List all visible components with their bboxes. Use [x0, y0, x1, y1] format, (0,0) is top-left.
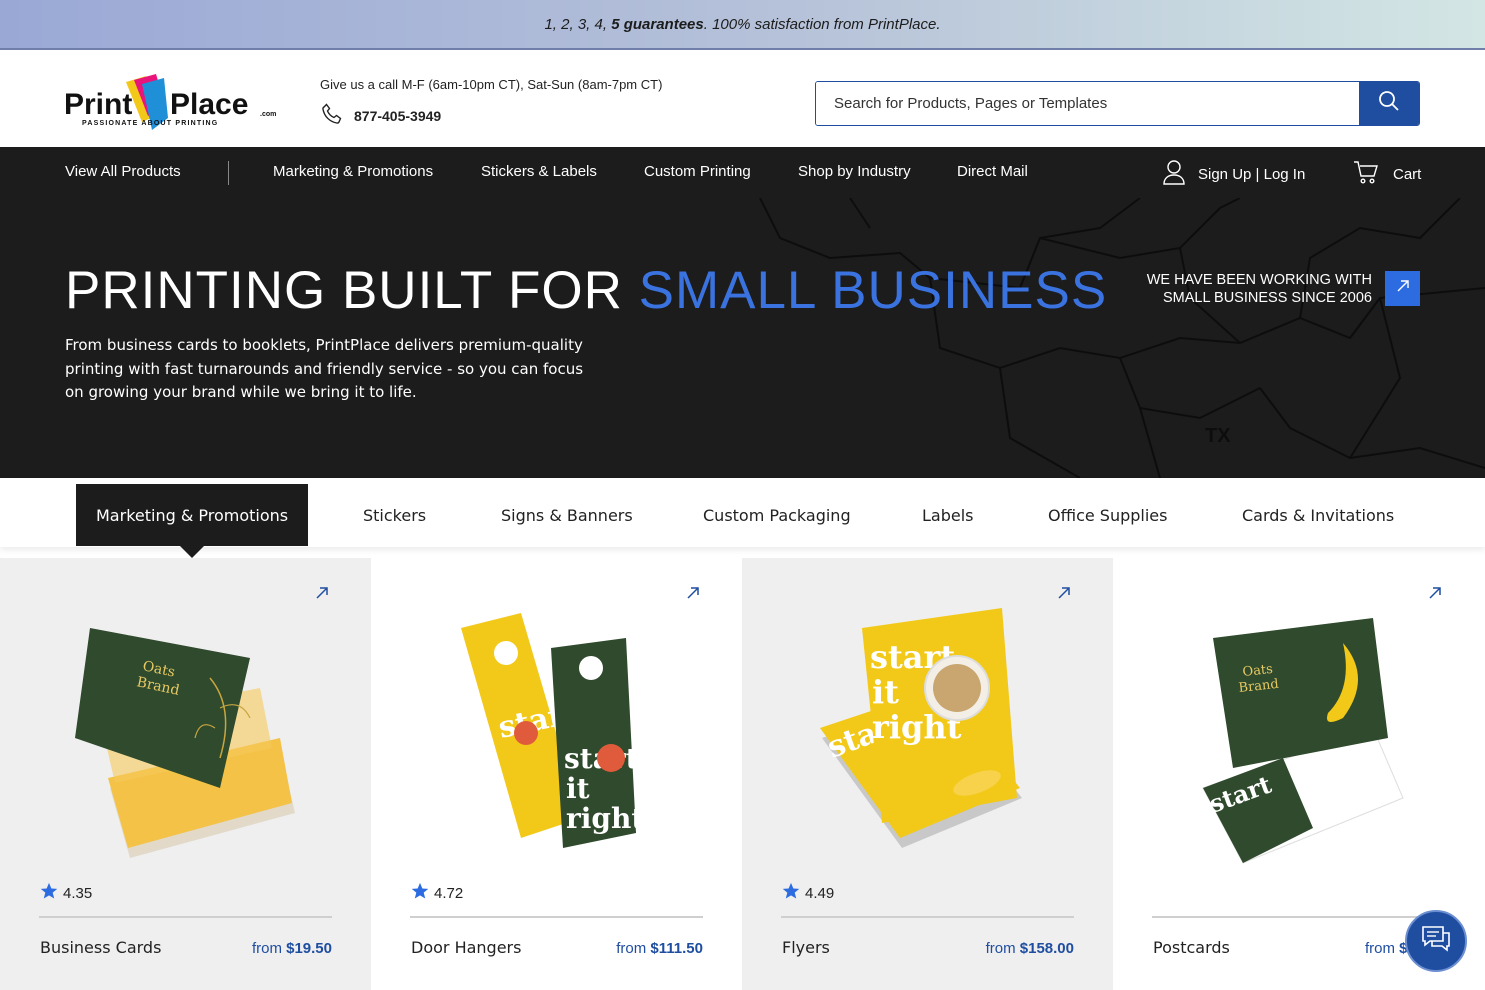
product-price: from $111.50: [616, 940, 703, 957]
promo-pre: 1, 2, 3, 4,: [544, 15, 608, 33]
postcards-image: start Oats Brand: [1202, 618, 1404, 864]
card-divider: [781, 916, 1074, 918]
search-icon: [1378, 90, 1400, 117]
product-name: Door Hangers: [411, 938, 522, 957]
nav-shop-by-industry[interactable]: Shop by Industry: [798, 163, 911, 180]
svg-text:Print: Print: [64, 88, 132, 121]
star-icon: [782, 882, 800, 904]
door-hangers-image: start start it right: [461, 613, 644, 848]
price-from: from: [616, 940, 647, 957]
tab-cards-invitations[interactable]: Cards & Invitations: [1242, 484, 1394, 546]
svg-text:Place: Place: [170, 88, 248, 121]
tab-office-supplies[interactable]: Office Supplies: [1048, 484, 1167, 546]
svg-text:right: right: [566, 802, 644, 835]
nav-divider: [228, 161, 229, 185]
nav-marketing-promotions[interactable]: Marketing & Promotions: [273, 163, 433, 180]
tab-signs-banners[interactable]: Signs & Banners: [501, 484, 633, 546]
printplace-logo[interactable]: Print Place .com PASSIONATE ABOUT PRINTI…: [64, 74, 279, 132]
rating-value: 4.35: [63, 884, 93, 902]
product-rating: 4.49: [782, 882, 834, 904]
card-divider: [1152, 916, 1445, 918]
hero-title-plain: PRINTING BUILT FOR: [65, 261, 639, 320]
nav-direct-mail[interactable]: Direct Mail: [957, 163, 1028, 180]
search-input[interactable]: [816, 82, 1359, 125]
search-bar: [815, 81, 1420, 126]
site-header: Print Place .com PASSIONATE ABOUT PRINTI…: [0, 52, 1485, 147]
account-label: Sign Up | Log In: [1198, 165, 1306, 183]
price-from: from: [251, 940, 282, 957]
promo-bold: 5 guarantees: [611, 15, 704, 33]
product-grid: Oats Brand 4.35 Business Cards from $19.…: [0, 558, 1485, 990]
rating-value: 4.49: [805, 884, 835, 902]
phone-icon: [320, 102, 344, 129]
flyers-image: start start it right: [820, 608, 1022, 848]
card-divider: [410, 916, 703, 918]
price-from: from: [1364, 940, 1395, 957]
product-name: Business Cards: [40, 938, 162, 957]
main-nav: View All Products Marketing & Promotions…: [0, 147, 1485, 198]
hero-description: From business cards to booklets, PrintPl…: [65, 336, 584, 401]
promo-post: . 100% satisfaction from PrintPlace.: [703, 15, 941, 33]
card-divider: [39, 916, 332, 918]
star-icon: [411, 882, 429, 904]
phone-number: 877-405-3949: [354, 107, 442, 124]
tab-labels[interactable]: Labels: [922, 484, 974, 546]
category-tabs: Marketing & Promotions Stickers Signs & …: [0, 478, 1485, 558]
map-label-tx: TX: [1205, 425, 1231, 447]
account-link[interactable]: Sign Up | Log In: [1162, 159, 1305, 189]
price-value: $19.50: [286, 940, 332, 957]
star-icon: [40, 882, 58, 904]
arrow-up-right-icon: [1395, 278, 1411, 299]
phone-link[interactable]: 877-405-3949: [320, 102, 441, 129]
tab-marketing-promotions[interactable]: Marketing & Promotions: [76, 484, 309, 558]
since-line-2: SMALL BUSINESS SINCE 2006: [1163, 290, 1372, 306]
price-from: from: [985, 940, 1016, 957]
product-card-door-hangers[interactable]: start start it right 4.72 Door Hangers f…: [371, 558, 742, 990]
cart-link[interactable]: Cart: [1353, 159, 1421, 189]
product-card-flyers[interactable]: start start it right 4.49 Flyers from $1…: [742, 558, 1113, 990]
cart-icon: [1353, 159, 1379, 189]
product-price: from $158.00: [986, 940, 1074, 957]
svg-text:.com: .com: [260, 111, 276, 118]
promo-banner[interactable]: 1, 2, 3, 4, 5 guarantees. 100% satisfact…: [0, 0, 1485, 50]
price-value: $158.00: [1019, 940, 1074, 957]
product-name: Flyers: [782, 938, 830, 957]
nav-custom-printing[interactable]: Custom Printing: [644, 163, 751, 180]
cart-label: Cart: [1393, 165, 1422, 183]
hero-section: TX PRINTING BUILT FOR SMALL BUSINESS Fro…: [0, 198, 1485, 478]
tab-custom-packaging[interactable]: Custom Packaging: [703, 484, 851, 546]
price-value: $111.50: [650, 940, 703, 957]
since-2006-text: WE HAVE BEEN WORKING WITH SMALL BUSINESS…: [1147, 271, 1372, 307]
about-link-button[interactable]: [1385, 271, 1420, 306]
nav-stickers-labels[interactable]: Stickers & Labels: [481, 163, 597, 180]
product-name: Postcards: [1153, 938, 1230, 957]
rating-value: 4.72: [434, 884, 464, 902]
product-card-business-cards[interactable]: Oats Brand 4.35 Business Cards from $19.…: [0, 558, 371, 990]
nav-view-all-products[interactable]: View All Products: [65, 163, 181, 180]
product-rating: 4.72: [411, 882, 463, 904]
tab-stickers[interactable]: Stickers: [363, 484, 426, 546]
svg-text:it: it: [872, 673, 899, 711]
call-hours: Give us a call M-F (6am-10pm CT), Sat-Su…: [320, 77, 663, 92]
user-icon: [1162, 159, 1186, 189]
hero-title: PRINTING BUILT FOR SMALL BUSINESS: [65, 260, 1107, 321]
search-button[interactable]: [1359, 82, 1419, 125]
since-line-1: WE HAVE BEEN WORKING WITH: [1146, 272, 1372, 288]
chat-button[interactable]: [1405, 910, 1467, 972]
product-price: from $19.50: [252, 940, 332, 957]
hero-title-accent: SMALL BUSINESS: [638, 261, 1108, 320]
chat-bubble-icon: [1420, 924, 1452, 959]
business-cards-image: Oats Brand: [75, 628, 295, 858]
logo-tagline: PASSIONATE ABOUT PRINTING: [82, 120, 218, 127]
svg-text:it: it: [566, 772, 590, 805]
product-rating: 4.35: [40, 882, 92, 904]
